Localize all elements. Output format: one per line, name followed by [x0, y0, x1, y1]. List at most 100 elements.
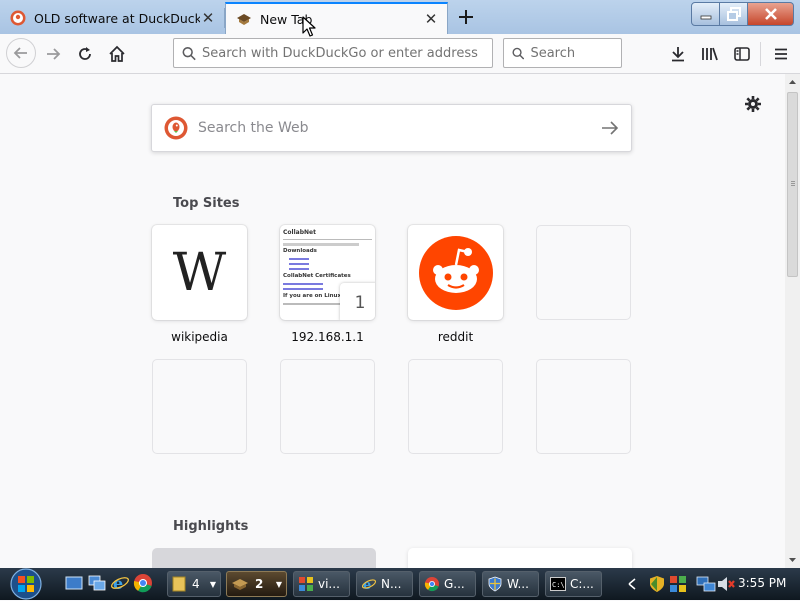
- top-site-tile-empty: [280, 359, 375, 454]
- taskbar-item-cmd[interactable]: C:\ C:...: [545, 571, 602, 597]
- web-search-input[interactable]: [188, 119, 601, 137]
- highlight-card[interactable]: [152, 548, 376, 568]
- taskbar-item-label: C:...: [570, 577, 594, 591]
- arrow-right-icon: [47, 48, 61, 60]
- toolbar-separator: [760, 42, 761, 66]
- search-icon: [512, 47, 525, 59]
- tab-strip: OLD software at DuckDuckGo ✕ New Tab ✕: [0, 0, 800, 34]
- close-icon[interactable]: ✕: [200, 9, 216, 27]
- network-icon[interactable]: [696, 574, 716, 594]
- navigation-toolbar: [0, 34, 800, 74]
- taskbar-item-label: N...: [381, 577, 402, 591]
- taskbar-group-firefox[interactable]: 2 ▼: [226, 571, 287, 597]
- taskbar-group-folders[interactable]: 4 ▼: [167, 571, 221, 597]
- search-icon: [182, 46, 196, 60]
- internet-explorer-icon: e: [361, 578, 377, 592]
- chevron-down-icon: ▼: [275, 579, 282, 589]
- svg-text:e: e: [113, 574, 123, 593]
- chrome-icon[interactable]: [133, 573, 153, 593]
- security-center-icon[interactable]: [668, 574, 688, 594]
- show-desktop-icon[interactable]: [64, 573, 84, 593]
- back-button[interactable]: [6, 38, 36, 68]
- url-input[interactable]: [196, 45, 492, 61]
- duckduckgo-logo-icon: [164, 116, 188, 140]
- plus-icon: [459, 10, 473, 24]
- highlight-card[interactable]: [408, 548, 632, 568]
- reload-icon: [79, 47, 91, 60]
- switch-windows-icon[interactable]: [87, 573, 107, 593]
- app-grid-icon: [299, 577, 313, 591]
- forward-button[interactable]: [39, 40, 67, 68]
- home-button[interactable]: [103, 40, 131, 68]
- close-icon: [764, 8, 777, 20]
- svg-text:C:\: C:\: [552, 581, 565, 589]
- reddit-icon: [418, 235, 493, 310]
- duckduckgo-icon: [10, 10, 26, 26]
- minimize-button[interactable]: [691, 2, 720, 26]
- hamburger-menu-icon: [775, 48, 787, 60]
- minimize-icon: [700, 15, 711, 20]
- taskbar-item-app[interactable]: vi...: [293, 571, 350, 597]
- top-site-tile-empty: [408, 359, 503, 454]
- preview-subheading: Downloads: [283, 248, 317, 254]
- gear-icon[interactable]: [744, 95, 762, 113]
- scroll-up-icon[interactable]: [785, 76, 800, 88]
- download-icon: [672, 47, 684, 62]
- menu-button[interactable]: [767, 40, 795, 68]
- tab-new-tab[interactable]: New Tab ✕: [225, 2, 448, 34]
- top-site-tile-router[interactable]: CollabNet Downloads CollabNet Certificat…: [280, 225, 375, 320]
- windows-orb-icon: [10, 568, 42, 600]
- sidebar-icon: [734, 47, 750, 61]
- top-site-label: wikipedia: [171, 330, 228, 344]
- preview-subheading: CollabNet Certificates: [283, 273, 351, 279]
- arrow-left-icon: [13, 47, 27, 59]
- library-button[interactable]: [696, 40, 724, 68]
- search-bar[interactable]: [503, 38, 622, 68]
- top-site-tile-wikipedia[interactable]: W: [152, 225, 247, 320]
- tab-title: OLD software at DuckDuckGo: [34, 10, 200, 26]
- search-input[interactable]: [524, 45, 621, 61]
- tray-chevron-icon[interactable]: [627, 577, 637, 591]
- command-prompt-icon: C:\: [550, 577, 566, 591]
- new-tab-icon: [237, 14, 251, 25]
- scroll-down-icon[interactable]: [785, 554, 800, 566]
- top-site-tile-reddit[interactable]: [408, 225, 503, 320]
- wikipedia-logo: W: [172, 242, 227, 303]
- new-tab-button[interactable]: [452, 4, 480, 30]
- close-window-button[interactable]: [748, 2, 794, 26]
- tab-duckduckgo[interactable]: OLD software at DuckDuckGo ✕: [0, 2, 224, 34]
- chrome-icon: [424, 577, 439, 592]
- scrollbar-thumb[interactable]: [787, 92, 798, 277]
- url-bar[interactable]: [173, 38, 493, 68]
- top-site-tile-empty: [536, 359, 631, 454]
- firefox-window-icon: [232, 579, 248, 590]
- taskbar-item-ie[interactable]: e N...: [356, 571, 413, 597]
- close-icon[interactable]: ✕: [423, 10, 439, 28]
- restore-icon: [726, 7, 741, 21]
- clock[interactable]: 3:55 PM: [738, 576, 786, 590]
- vertical-scrollbar[interactable]: [785, 74, 800, 568]
- reload-button[interactable]: [71, 40, 99, 68]
- sidebar-button[interactable]: [728, 40, 756, 68]
- downloads-button[interactable]: [664, 40, 692, 68]
- library-icon: [702, 47, 718, 61]
- internet-explorer-icon[interactable]: e: [110, 573, 130, 593]
- new-tab-page: Top Sites W wikipedia CollabNet Download…: [0, 74, 785, 568]
- start-button[interactable]: [6, 568, 46, 600]
- shield-icon[interactable]: [647, 574, 667, 594]
- taskbar-item-label: vi...: [318, 577, 340, 591]
- web-search-box[interactable]: [151, 104, 632, 152]
- top-site-label: reddit: [437, 330, 474, 344]
- top-sites-title: Top Sites: [173, 196, 240, 211]
- window-controls: [691, 2, 794, 26]
- top-site-tile-empty: [536, 225, 631, 320]
- volume-muted-icon[interactable]: [716, 574, 736, 594]
- home-icon: [109, 45, 125, 62]
- chevron-down-icon: ▼: [209, 579, 216, 589]
- tab-title: New Tab: [260, 11, 313, 27]
- mouse-cursor-icon: [302, 16, 316, 37]
- taskbar-item-chrome[interactable]: G...: [419, 571, 476, 597]
- arrow-right-icon[interactable]: [601, 119, 619, 137]
- restore-button[interactable]: [720, 2, 748, 26]
- taskbar-item-security[interactable]: W...: [482, 571, 539, 597]
